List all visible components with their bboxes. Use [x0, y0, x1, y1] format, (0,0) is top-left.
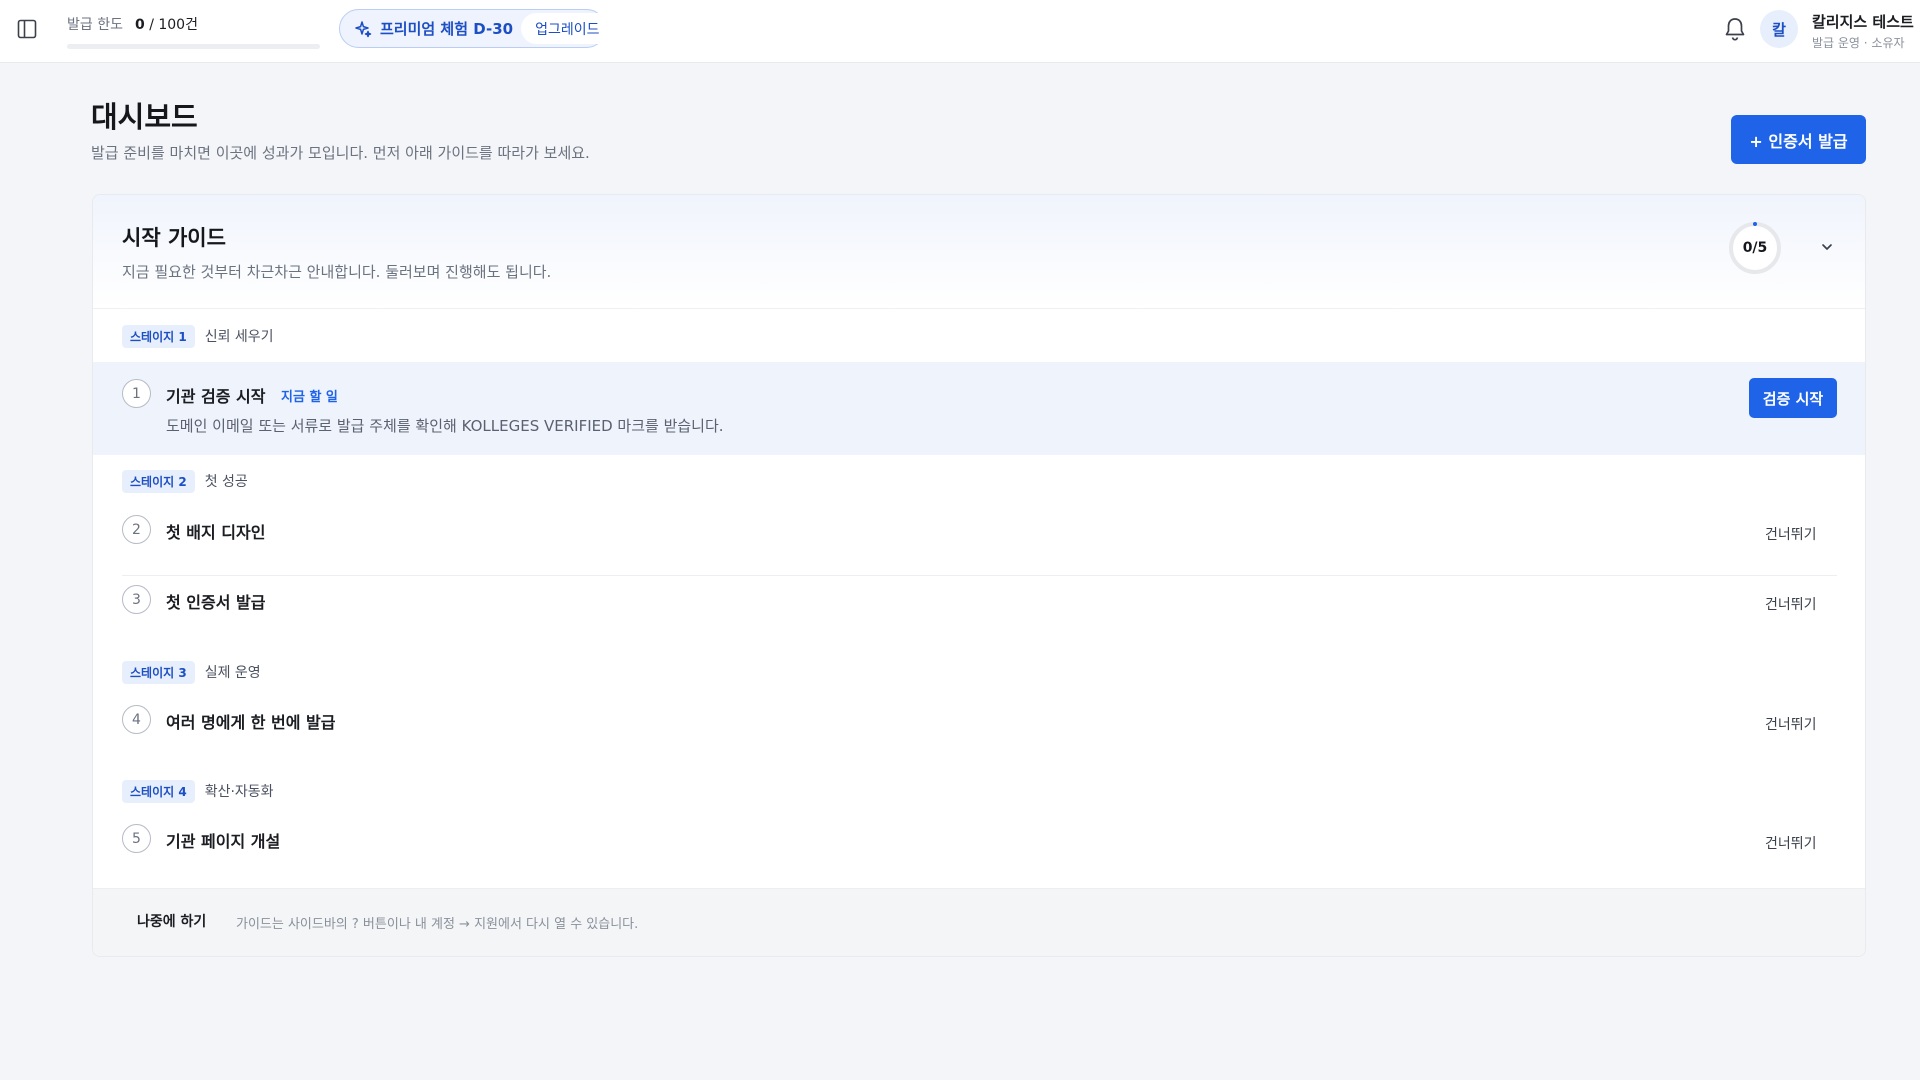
stage-name: 실제 운영: [204, 665, 261, 681]
sparkle-icon: [354, 20, 372, 38]
footer-hint: 가이드는 사이드바의 ? 버튼이나 내 계정 → 지원에서 다시 열 수 있습니…: [236, 917, 639, 932]
step-row-verify-institution: 1 기관 검증 시작 지금 할 일 도메인 이메일 또는 서류로 발급 주체를 …: [93, 362, 1865, 455]
step-title: 첫 배지 디자인: [166, 523, 266, 542]
stage-badge: 스테이지 1: [122, 324, 195, 348]
page-title: 대시보드: [91, 100, 198, 134]
bell-icon[interactable]: [1722, 15, 1748, 43]
top-bar: 발급 한도 0 / 100건 프리미엄 체험 D-30 업그레이드 칼 칼리지스…: [0, 0, 1920, 63]
user-info[interactable]: 칼리지스 테스트 발급 운영 · 소유자: [1812, 11, 1916, 51]
step-row-first-certificate: 3 첫 인증서 발급 건너뛰기: [93, 576, 1865, 642]
issue-certificate-button[interactable]: + 인증서 발급: [1731, 115, 1866, 164]
step-row-first-badge: 2 첫 배지 디자인 건너뛰기: [93, 500, 1865, 566]
step-title: 기관 검증 시작: [166, 387, 266, 406]
guide-header: 시작 가이드 지금 필요한 것부터 차근차근 안내합니다. 둘러보며 진행해도 …: [93, 195, 1865, 309]
later-button[interactable]: 나중에 하기: [137, 911, 206, 931]
step-description: 도메인 이메일 또는 서류로 발급 주체를 확인해 KOLLEGES VERIF…: [166, 417, 724, 435]
stage-name: 확산·자동화: [204, 784, 274, 800]
quota-progress-bar: [67, 44, 320, 49]
step-title: 여러 명에게 한 번에 발급: [166, 713, 336, 732]
progress-count: 0/5: [1742, 240, 1768, 256]
step-number: 4: [122, 705, 151, 734]
step-number: 3: [122, 585, 151, 614]
stage-1-header: 스테이지 1 신뢰 세우기: [122, 324, 274, 348]
step-number: 5: [122, 824, 151, 853]
quota-used: 0: [134, 17, 145, 33]
issue-quota: 발급 한도 0 / 100건: [67, 14, 321, 49]
trial-label: 프리미엄 체험 D-30: [380, 20, 514, 38]
user-name: 칼리지스 테스트: [1812, 13, 1914, 31]
step-number: 2: [122, 515, 151, 544]
avatar[interactable]: 칼: [1760, 10, 1798, 48]
step-title: 기관 페이지 개설: [166, 832, 281, 851]
upgrade-button[interactable]: 업그레이드: [521, 13, 614, 44]
stage-name: 신뢰 세우기: [204, 329, 274, 345]
stage-badge: 스테이지 4: [122, 779, 195, 803]
guide-footer: 나중에 하기 가이드는 사이드바의 ? 버튼이나 내 계정 → 지원에서 다시 …: [93, 888, 1865, 956]
premium-trial-badge[interactable]: 프리미엄 체험 D-30 업그레이드: [339, 9, 614, 48]
skip-button[interactable]: 건너뛰기: [1765, 524, 1817, 544]
skip-button[interactable]: 건너뛰기: [1765, 833, 1817, 853]
step-row-institution-page: 5 기관 페이지 개설 건너뛰기: [93, 810, 1865, 876]
now-tag: 지금 할 일: [281, 390, 338, 405]
start-guide-card: 시작 가이드 지금 필요한 것부터 차근차근 안내합니다. 둘러보며 진행해도 …: [92, 194, 1866, 957]
quota-total: / 100건: [149, 17, 198, 33]
stage-name: 첫 성공: [204, 474, 248, 490]
stage-4-header: 스테이지 4 확산·자동화: [122, 779, 274, 803]
sidebar-panel-icon[interactable]: [14, 16, 40, 42]
chevron-down-icon[interactable]: [1815, 235, 1839, 259]
step-title: 첫 인증서 발급: [166, 593, 266, 612]
page-subtitle: 발급 준비를 마치면 이곳에 성과가 모입니다. 먼저 아래 가이드를 따라가 …: [91, 144, 590, 162]
skip-button[interactable]: 건너뛰기: [1765, 714, 1817, 734]
guide-title: 시작 가이드: [122, 226, 226, 250]
stage-3-header: 스테이지 3 실제 운영: [122, 660, 261, 684]
stage-2-header: 스테이지 2 첫 성공: [122, 469, 248, 493]
skip-button[interactable]: 건너뛰기: [1765, 594, 1817, 614]
stage-badge: 스테이지 2: [122, 469, 195, 493]
user-role: 발급 운영 · 소유자: [1812, 36, 1905, 50]
stage-badge: 스테이지 3: [122, 660, 195, 684]
quota-value: 0 / 100건: [135, 14, 198, 34]
step-number: 1: [122, 379, 151, 408]
step-row-bulk-issue: 4 여러 명에게 한 번에 발급 건너뛰기: [93, 691, 1865, 757]
start-verification-button[interactable]: 검증 시작: [1749, 378, 1837, 418]
guide-description: 지금 필요한 것부터 차근차근 안내합니다. 둘러보며 진행해도 됩니다.: [122, 263, 552, 281]
quota-label: 발급 한도: [67, 17, 123, 33]
